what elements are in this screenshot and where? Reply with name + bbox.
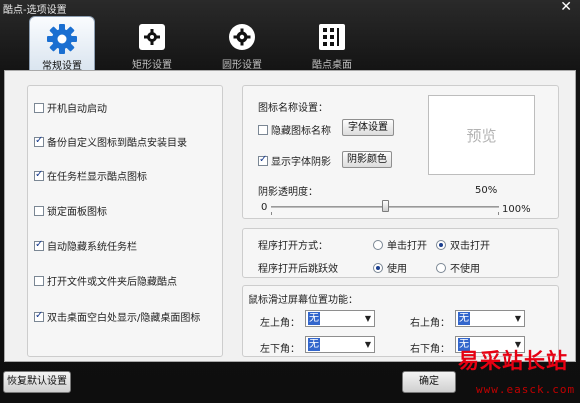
option-label: 打开文件或文件夹后隐藏酷点: [47, 277, 177, 288]
radio-dot[interactable]: [436, 239, 446, 250]
settings-panel: 开机自动启动 备份自定义图标到酷点安装目录 在任务栏显示酷点图标 锁定面板图标 …: [4, 70, 576, 362]
select-value: 无: [308, 312, 320, 325]
circle-gear-icon: [229, 24, 255, 50]
option-label: 在任务栏显示酷点图标: [47, 172, 147, 183]
chevron-down-icon: ▼: [364, 314, 371, 323]
option-label: 锁定面板图标: [47, 207, 107, 218]
top-left-select[interactable]: 无 ▼: [305, 310, 375, 327]
opacity-slider-thumb[interactable]: [382, 200, 389, 212]
option-label: 开机自动启动: [47, 104, 107, 115]
checkbox[interactable]: [34, 135, 44, 147]
top-right-label: 右上角：: [410, 318, 450, 329]
checkbox[interactable]: [34, 169, 44, 181]
radio-dot[interactable]: [373, 239, 383, 250]
watermark-text: 易采站长站: [458, 348, 568, 373]
window-title: 酷点-选项设置: [3, 5, 67, 16]
checkbox[interactable]: [34, 310, 44, 322]
radio-double-click[interactable]: 双击打开: [436, 237, 490, 252]
font-settings-button[interactable]: 字体设置: [342, 119, 394, 136]
opacity-max-label: 100%: [502, 204, 531, 215]
bottom-left-label: 左下角：: [260, 344, 300, 355]
watermark-url: www.easck.com: [476, 383, 576, 396]
option-hide-icon-name[interactable]: 隐藏图标名称: [258, 122, 331, 137]
restore-defaults-button[interactable]: 恢复默认设置: [3, 371, 71, 393]
checkbox[interactable]: [34, 205, 44, 216]
slider-tick: [498, 212, 499, 215]
radio-label: 不使用: [450, 264, 480, 275]
tab-desktop-label: 酷点桌面: [312, 60, 352, 71]
tab-circle[interactable]: 圆形设置: [209, 16, 275, 71]
tab-desktop[interactable]: 酷点桌面: [299, 16, 365, 71]
icon-name-group: 图标名称设置： 隐藏图标名称 字体设置 显示字体阴影 阴影颜色 预览 阴影透明度…: [242, 85, 559, 219]
general-options-group: 开机自动启动 备份自定义图标到酷点安装目录 在任务栏显示酷点图标 锁定面板图标 …: [27, 85, 223, 357]
top-left-label: 左上角：: [260, 318, 300, 329]
tab-general[interactable]: 常规设置: [29, 16, 95, 72]
checkbox[interactable]: [34, 275, 44, 286]
option-autostart[interactable]: 开机自动启动: [34, 100, 107, 115]
open-mode-label: 程序打开方式：: [258, 241, 328, 252]
slider-tick: [271, 212, 272, 215]
chevron-down-icon: ▼: [514, 314, 521, 323]
tab-circle-label: 圆形设置: [222, 60, 262, 71]
radio-dot[interactable]: [373, 262, 383, 273]
option-label: 双击桌面空白处显示/隐藏桌面图标: [47, 313, 201, 324]
checkbox[interactable]: [34, 239, 44, 251]
top-right-select[interactable]: 无 ▼: [455, 310, 525, 327]
ok-button[interactable]: 确定: [402, 371, 456, 393]
select-value: 无: [458, 312, 470, 325]
bottom-left-select[interactable]: 无 ▼: [305, 336, 375, 353]
option-doubleclick-desktop[interactable]: 双击桌面空白处显示/隐藏桌面图标: [34, 309, 200, 324]
option-show-taskbar-icon[interactable]: 在任务栏显示酷点图标: [34, 168, 147, 183]
radio-label: 双击打开: [450, 241, 490, 252]
tab-rect[interactable]: 矩形设置: [119, 16, 185, 71]
radio-single-click[interactable]: 单击打开: [373, 237, 427, 252]
checkbox[interactable]: [258, 124, 268, 135]
chevron-down-icon: ▼: [364, 340, 371, 349]
square-gear-icon: [139, 24, 165, 50]
option-autohide-taskbar[interactable]: 自动隐藏系统任务栏: [34, 238, 137, 253]
option-show-shadow[interactable]: 显示字体阴影: [258, 153, 331, 168]
close-icon[interactable]: ✕: [560, 0, 572, 15]
option-label: 备份自定义图标到酷点安装目录: [47, 138, 187, 149]
shadow-opacity-value: 50%: [475, 185, 498, 196]
icon-name-heading: 图标名称设置：: [258, 103, 328, 114]
title-bar: 酷点-选项设置 ✕: [0, 0, 580, 16]
tab-rect-label: 矩形设置: [132, 60, 172, 71]
options-window: 酷点-选项设置 ✕ 常规设置 矩形设置 圆形设置 酷点桌面 开机自动启动 ✓ 备…: [0, 0, 580, 403]
shadow-opacity-label: 阴影透明度：: [258, 187, 318, 198]
radio-dot[interactable]: [436, 262, 446, 273]
desktop-grid-icon: [319, 24, 345, 50]
radio-label: 单击打开: [387, 241, 427, 252]
bounce-label: 程序打开后跳跃效: [258, 264, 338, 275]
opacity-min-label: 0: [261, 202, 268, 213]
option-lock-panel[interactable]: 锁定面板图标: [34, 203, 107, 218]
option-label: 显示字体阴影: [271, 157, 331, 168]
radio-label: 使用: [387, 264, 407, 275]
hot-corners-heading: 鼠标滑过屏幕位置功能：: [248, 295, 358, 306]
bottom-right-label: 右下角：: [410, 344, 450, 355]
preview-box: 预览: [428, 95, 535, 175]
radio-bounce-not-use[interactable]: 不使用: [436, 260, 480, 275]
option-hide-after-open[interactable]: 打开文件或文件夹后隐藏酷点: [34, 273, 177, 288]
program-open-group: 程序打开方式： 单击打开 双击打开 程序打开后跳跃效 使用 不使用: [242, 228, 559, 278]
gear-icon: [47, 24, 77, 54]
select-value: 无: [308, 338, 320, 351]
radio-bounce-use[interactable]: 使用: [373, 260, 407, 275]
option-label: 自动隐藏系统任务栏: [47, 242, 137, 253]
option-backup-icons[interactable]: 备份自定义图标到酷点安装目录: [34, 134, 187, 149]
option-label: 隐藏图标名称: [271, 126, 331, 137]
shadow-color-button[interactable]: 阴影颜色: [342, 151, 392, 168]
checkbox[interactable]: [34, 102, 44, 113]
checkbox[interactable]: [258, 154, 268, 166]
